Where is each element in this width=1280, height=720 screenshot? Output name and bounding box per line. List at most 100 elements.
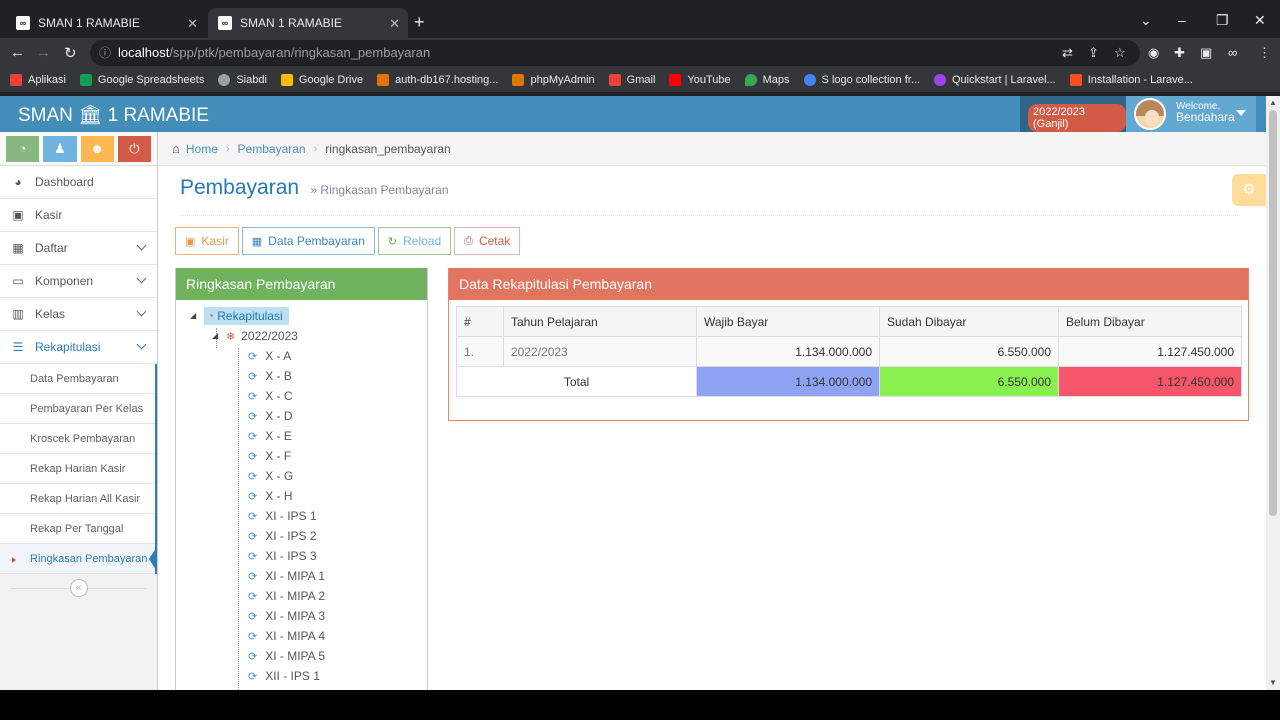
puzzle-icon[interactable]: ✚ <box>1174 45 1185 61</box>
tree-node-class[interactable]: ⟳ XI - MIPA 2 <box>248 586 427 606</box>
close-tab-icon[interactable]: ✕ <box>187 16 198 32</box>
user-icon[interactable]: ♟ <box>43 136 77 162</box>
bookmark-item[interactable]: S logo collection fr... <box>803 74 920 86</box>
bookmark-star-icon[interactable]: ☆ <box>1114 45 1126 61</box>
restore-icon[interactable]: ❐ <box>1216 12 1229 29</box>
bookmark-item[interactable]: Gmail <box>608 74 655 86</box>
welcome-text: Welcome, Bendahara <box>1176 101 1235 123</box>
browser-chrome: ∞ SMAN 1 RAMABIE ✕ ∞ SMAN 1 RAMABIE ✕ + … <box>0 0 1280 96</box>
bookmark-item[interactable]: phpMyAdmin <box>512 74 595 86</box>
tree-node-class[interactable]: ⟳ XI - IPS 3 <box>248 546 427 566</box>
top-navbar: SMAN 🏛 1 RAMABIE 2022/2023 (Ganjil) Welc… <box>0 96 1266 132</box>
submenu-item-rekap-per-tanggal[interactable]: Rekap Per Tanggal <box>0 514 155 544</box>
bookmark-item[interactable]: Installation - Larave... <box>1069 74 1193 86</box>
tree-node-year[interactable]: ◢ ❄ 2022/2023 <box>212 326 427 346</box>
breadcrumb-home[interactable]: Home <box>186 142 218 156</box>
tree-node-class[interactable]: ⟳ X - D <box>248 406 427 426</box>
double-angle-left-icon[interactable]: « <box>69 579 88 597</box>
signal-icon[interactable]: ◔ <box>6 136 40 162</box>
forward-icon[interactable]: → <box>36 44 51 61</box>
bookmark-item[interactable]: auth-db167.hosting... <box>377 74 498 86</box>
rekap-panel-title: Data Rekapitulasi Pembayaran <box>449 268 1248 300</box>
tree-node-class[interactable]: ⟳ XI - MIPA 3 <box>248 606 427 626</box>
sidebar-item-kelas[interactable]: ▥ Kelas <box>0 298 157 331</box>
tree-node-class[interactable]: ⟳ XI - IPS 1 <box>248 506 427 526</box>
close-tab-icon[interactable]: ✕ <box>389 16 400 32</box>
bookmark-item[interactable]: Quickstart | Laravel... <box>934 74 1056 86</box>
bookmark-item[interactable]: Google Drive <box>280 74 363 86</box>
profile-icon[interactable]: ∞ <box>1228 45 1237 60</box>
bookmark-item[interactable]: Maps <box>744 74 790 86</box>
tree-node-root[interactable]: ◢ ◔ Rekapitulasi <box>190 306 427 326</box>
bookmark-label: auth-db167.hosting... <box>395 74 499 86</box>
kasir-button[interactable]: ▣ Kasir <box>175 227 239 255</box>
tree-node-class[interactable]: ⟳ X - C <box>248 386 427 406</box>
bookmark-item[interactable]: Siabdi <box>218 74 267 86</box>
submenu-item-rekap-harian-all-kasir[interactable]: Rekap Harian All Kasir <box>0 484 155 514</box>
reload-button[interactable]: ↻ Reload <box>377 227 452 255</box>
power-off-icon[interactable]: ⏻ <box>117 136 151 162</box>
site-info-icon[interactable]: ⓘ <box>99 40 111 66</box>
refresh-icon: ⟳ <box>248 491 258 503</box>
bookmark-item[interactable]: Aplikasi <box>10 74 66 86</box>
address-bar[interactable]: ⓘ localhost/spp/ptk/pembayaran/ringkasan… <box>90 40 1140 66</box>
sidebar-item-rekapitulasi[interactable]: ☰ Rekapitulasi <box>0 331 157 364</box>
collapse-triangle-icon[interactable]: ◢ <box>190 306 196 326</box>
bookmark-item[interactable]: YouTube <box>669 74 731 86</box>
cetak-button[interactable]: ⎙ Cetak <box>454 227 521 255</box>
tab-title: SMAN 1 RAMABIE <box>240 16 343 30</box>
tree-node-class[interactable]: ⟳ X - A <box>248 346 427 366</box>
submenu-item-rekap-harian-kasir[interactable]: Rekap Harian Kasir <box>0 454 155 484</box>
refresh-icon: ⟳ <box>248 651 258 663</box>
brand-logo[interactable]: SMAN 🏛 1 RAMABIE <box>18 103 209 127</box>
tree-node-class[interactable]: ⟳ X - G <box>248 466 427 486</box>
bookmark-item[interactable]: Google Spreadsheets <box>79 74 204 86</box>
tree-node-class[interactable]: ⟳ X - E <box>248 426 427 446</box>
submenu-item-ringkasan-pembayaran[interactable]: Ringkasan Pembayaran <box>0 544 156 574</box>
tree-node-class[interactable]: ⟳ X - F <box>248 446 427 466</box>
sidebar-item-komponen[interactable]: ▭ Komponen <box>0 265 157 298</box>
url-host: localhost <box>118 45 170 60</box>
tree-node-class[interactable]: ⟳ XII - IPS 1 <box>248 666 427 686</box>
tree-node-class[interactable]: ⟳ XI - IPS 2 <box>248 526 427 546</box>
browser-tab-active[interactable]: ∞ SMAN 1 RAMABIE ✕ <box>208 8 408 38</box>
submenu-item-kroscek-pembayaran[interactable]: Kroscek Pembayaran <box>0 424 155 454</box>
tree-node-class[interactable]: ⟳ X - B <box>248 366 427 386</box>
settings-gear-icon[interactable]: ⚙ <box>1232 174 1266 206</box>
browser-tab[interactable]: ∞ SMAN 1 RAMABIE ✕ <box>6 8 206 38</box>
tree-node-class[interactable]: ⟳ X - H <box>248 486 427 506</box>
back-icon[interactable]: ← <box>10 44 25 61</box>
scroll-down-icon[interactable]: ▼ <box>1269 678 1277 687</box>
collapse-triangle-icon[interactable]: ◢ <box>212 326 218 346</box>
submenu-item-pembayaran-per-kelas[interactable]: Pembayaran Per Kelas <box>0 394 155 424</box>
data-pembayaran-button[interactable]: ▦ Data Pembayaran <box>241 227 375 255</box>
minimize-icon[interactable]: – <box>1178 12 1186 28</box>
sidebar-item-kasir[interactable]: ▣ Kasir <box>0 199 157 232</box>
tree-node-class[interactable]: ⟳ XI - MIPA 1 <box>248 566 427 586</box>
breadcrumb-pembayaran[interactable]: Pembayaran <box>238 142 306 156</box>
bookmark-label: phpMyAdmin <box>530 74 595 86</box>
window-close-icon[interactable]: ✕ <box>1254 12 1266 29</box>
total-sudah: 6.550.000 <box>879 366 1059 397</box>
refresh-icon: ⟳ <box>248 471 258 483</box>
menu-dots-icon[interactable]: ⋮ <box>1258 45 1271 61</box>
scroll-up-icon[interactable]: ▲ <box>1269 98 1277 107</box>
sidebar-item-dashboard[interactable]: ◕ Dashboard <box>0 166 157 199</box>
page-scrollbar[interactable]: ▲ ▼ <box>1266 96 1280 690</box>
extension-icon[interactable]: ◉ <box>1148 45 1159 61</box>
scrollbar-thumb[interactable] <box>1269 110 1277 516</box>
reload-page-icon[interactable]: ↻ <box>64 44 77 62</box>
sidebar-item-daftar[interactable]: ▦ Daftar <box>0 232 157 265</box>
side-panel-icon[interactable]: ▣ <box>1200 45 1212 61</box>
tab-search-icon[interactable]: ⌄ <box>1140 12 1152 29</box>
refresh-icon: ⟳ <box>248 531 258 543</box>
tree-node-class[interactable]: ⟳ XI - MIPA 4 <box>248 626 427 646</box>
users-icon[interactable]: ☻ <box>80 136 114 162</box>
user-menu[interactable]: Welcome, Bendahara <box>1126 96 1256 132</box>
share-icon[interactable]: ⇪ <box>1088 45 1099 61</box>
translate-icon[interactable]: ⇄ <box>1062 45 1073 61</box>
tree-node-class[interactable]: ⟳ XI - MIPA 5 <box>248 646 427 666</box>
taskbar-area <box>0 690 1280 720</box>
submenu-item-data-pembayaran[interactable]: Data Pembayaran <box>0 364 155 394</box>
new-tab-icon[interactable]: + <box>414 12 425 32</box>
